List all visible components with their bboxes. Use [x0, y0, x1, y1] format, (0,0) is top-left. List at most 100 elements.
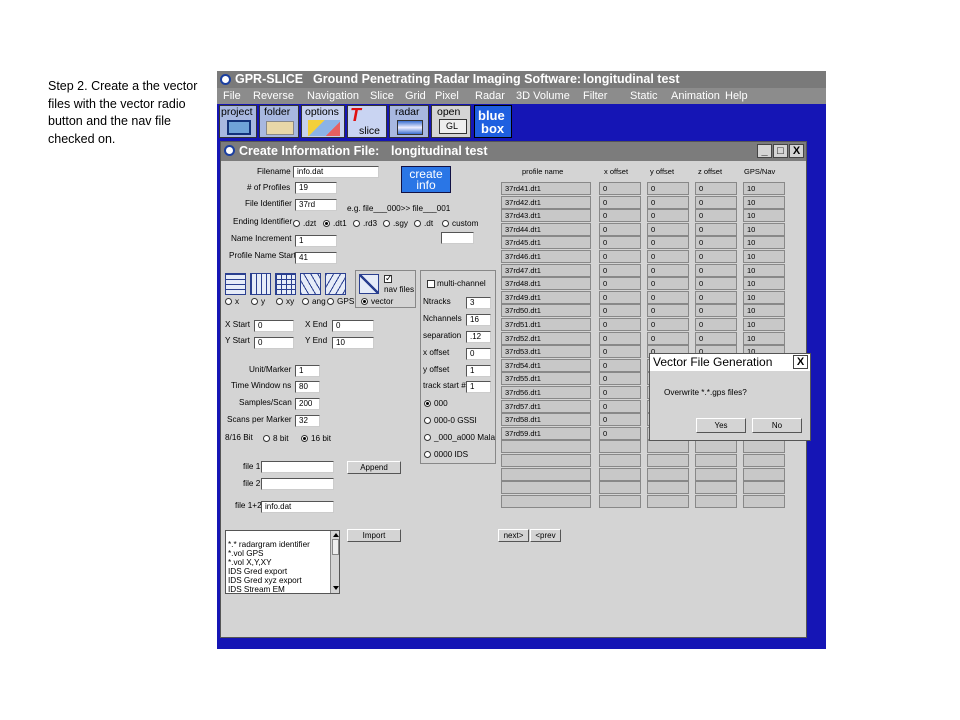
table-cell[interactable]: 0: [647, 209, 689, 223]
file-identifier-input[interactable]: 37rd: [295, 199, 337, 211]
table-cell[interactable]: 0: [695, 222, 737, 236]
ending-radio-sgy[interactable]: [383, 220, 390, 227]
filename-input[interactable]: info.dat: [293, 166, 379, 178]
table-cell[interactable]: [695, 467, 737, 481]
table-cell[interactable]: 0: [599, 277, 641, 291]
append-button[interactable]: Append: [347, 461, 401, 474]
file2-input[interactable]: [261, 478, 334, 490]
blue-box-button[interactable]: blue box: [474, 105, 512, 138]
profile-name-start-input[interactable]: 41: [295, 252, 337, 264]
name-increment-input[interactable]: 1: [295, 235, 337, 247]
prev-button[interactable]: <prev: [530, 529, 561, 542]
table-cell[interactable]: 0: [647, 195, 689, 209]
ending-radio-dt1[interactable]: [323, 220, 330, 227]
multichannel-checkbox[interactable]: [427, 280, 435, 288]
table-cell[interactable]: 0: [599, 399, 641, 413]
table-cell[interactable]: 37rd57.dt1: [501, 399, 591, 413]
table-cell[interactable]: [695, 440, 737, 454]
menu-radar[interactable]: Radar: [475, 90, 505, 102]
custom-ending-input[interactable]: [441, 232, 474, 244]
table-cell[interactable]: 37rd56.dt1: [501, 386, 591, 399]
slice-button[interactable]: T slice: [347, 105, 387, 138]
dialog-no-button[interactable]: No: [752, 418, 802, 433]
table-cell[interactable]: 0: [599, 413, 641, 427]
y-end-input[interactable]: 10: [332, 337, 374, 349]
scans-marker-input[interactable]: 32: [295, 415, 320, 427]
menu-file[interactable]: File: [223, 90, 241, 102]
table-cell[interactable]: 0: [695, 182, 737, 195]
next-button[interactable]: next>: [498, 529, 529, 542]
x-start-input[interactable]: 0: [254, 320, 294, 332]
import-item[interactable]: *.vol GPS: [228, 549, 264, 558]
table-cell[interactable]: 10: [743, 263, 785, 277]
menu-grid[interactable]: Grid: [405, 90, 426, 102]
table-cell[interactable]: 0: [647, 222, 689, 236]
nav-files-checkbox[interactable]: ✓: [384, 273, 393, 283]
table-cell[interactable]: [743, 467, 785, 481]
radar-button[interactable]: radar: [389, 105, 429, 138]
table-cell[interactable]: 0: [599, 304, 641, 318]
create-info-button[interactable]: create info: [401, 166, 451, 193]
table-cell[interactable]: 0: [647, 290, 689, 304]
table-cell[interactable]: 10: [743, 250, 785, 263]
naming-radio-gssi[interactable]: [424, 417, 431, 424]
table-cell[interactable]: 37rd49.dt1: [501, 290, 591, 304]
folder-button[interactable]: folder: [259, 105, 299, 138]
table-cell[interactable]: 0: [647, 318, 689, 331]
table-cell[interactable]: 10: [743, 304, 785, 318]
table-cell[interactable]: 0: [599, 331, 641, 345]
direction-ang-icon[interactable]: [300, 273, 321, 295]
table-cell[interactable]: 0: [599, 236, 641, 250]
time-window-input[interactable]: 80: [295, 381, 320, 393]
table-cell[interactable]: 37rd45.dt1: [501, 236, 591, 250]
direction-radio-x[interactable]: [225, 298, 232, 305]
direction-radio-y[interactable]: [251, 298, 258, 305]
direction-radio-vector[interactable]: [361, 298, 368, 305]
table-cell[interactable]: 0: [599, 195, 641, 209]
trackstart-input[interactable]: 1: [466, 381, 491, 393]
table-cell[interactable]: 37rd44.dt1: [501, 222, 591, 236]
bit-16-radio[interactable]: [301, 435, 308, 442]
table-cell[interactable]: 0: [695, 304, 737, 318]
close-button[interactable]: X: [789, 144, 804, 158]
file12-input[interactable]: info.dat: [261, 501, 334, 513]
direction-gps-icon[interactable]: [325, 273, 346, 295]
scroll-thumb[interactable]: [332, 539, 339, 555]
table-cell[interactable]: 0: [647, 277, 689, 291]
y-start-input[interactable]: 0: [254, 337, 294, 349]
table-cell[interactable]: 0: [599, 358, 641, 372]
table-cell[interactable]: [647, 467, 689, 481]
table-cell[interactable]: [501, 440, 591, 454]
menu-static[interactable]: Static: [630, 90, 658, 102]
import-item[interactable]: *.* radargram identifier: [228, 540, 310, 549]
direction-x-icon[interactable]: [225, 273, 246, 295]
nchannels-input[interactable]: 16: [466, 314, 491, 326]
table-cell[interactable]: [599, 494, 641, 508]
table-cell[interactable]: 0: [695, 263, 737, 277]
table-cell[interactable]: [647, 440, 689, 454]
naming-radio-000[interactable]: [424, 400, 431, 407]
x-end-input[interactable]: 0: [332, 320, 374, 332]
table-cell[interactable]: 0: [599, 318, 641, 331]
table-cell[interactable]: [599, 454, 641, 467]
direction-y-icon[interactable]: [250, 273, 271, 295]
menu-navigation[interactable]: Navigation: [307, 90, 359, 102]
ntracks-input[interactable]: 3: [466, 297, 491, 309]
direction-vector-icon[interactable]: [359, 274, 379, 294]
table-cell[interactable]: 37rd53.dt1: [501, 345, 591, 359]
table-cell[interactable]: [599, 481, 641, 495]
table-cell[interactable]: 0: [695, 250, 737, 263]
table-cell[interactable]: [695, 494, 737, 508]
menu-3d-volume[interactable]: 3D Volume: [516, 90, 570, 102]
table-cell[interactable]: [743, 494, 785, 508]
options-button[interactable]: options: [301, 105, 345, 138]
table-cell[interactable]: 37rd52.dt1: [501, 331, 591, 345]
table-cell[interactable]: [647, 454, 689, 467]
table-cell[interactable]: 0: [599, 182, 641, 195]
project-button[interactable]: project: [219, 105, 257, 138]
num-profiles-input[interactable]: 19: [295, 182, 337, 194]
import-item[interactable]: IDS Gred export: [228, 567, 287, 576]
table-cell[interactable]: [647, 481, 689, 495]
table-cell[interactable]: [695, 481, 737, 495]
import-listbox[interactable]: *.* radargram identifier *.vol GPS *.vol…: [225, 530, 340, 594]
